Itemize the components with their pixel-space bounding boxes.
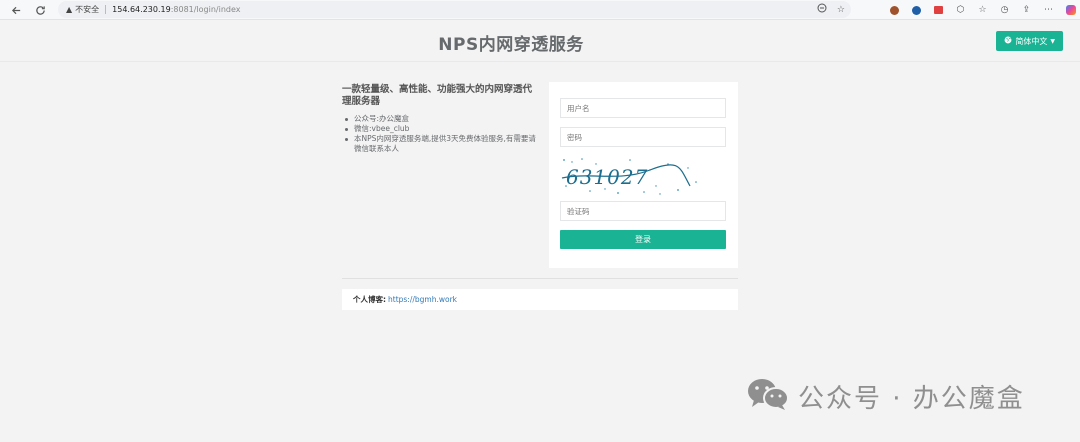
chevron-down-icon: ▼ bbox=[1050, 37, 1055, 45]
captcha-graphic: 631027 bbox=[561, 158, 697, 195]
password-input[interactable]: 密码 bbox=[560, 127, 726, 147]
captcha-input[interactable]: 验证码 bbox=[560, 201, 726, 221]
list-item: 公众号:办公魔盒 bbox=[345, 114, 540, 124]
language-label: 简体中文 bbox=[1015, 36, 1048, 46]
share-icon[interactable]: ⇪ bbox=[1021, 5, 1032, 16]
login-button-label: 登录 bbox=[635, 235, 651, 244]
reload-icon[interactable] bbox=[30, 0, 50, 20]
login-form: 用户名 密码 631027 验证码 登录 bbox=[549, 82, 738, 268]
login-button[interactable]: 登录 bbox=[560, 230, 726, 249]
red-extension-icon[interactable] bbox=[933, 5, 944, 16]
username-placeholder: 用户名 bbox=[567, 103, 590, 113]
blog-label: 个人博客: bbox=[353, 295, 386, 304]
address-divider bbox=[105, 5, 107, 14]
globe-icon bbox=[1004, 36, 1012, 46]
intro-list: 公众号:办公魔盒 微信:vbee_club 本NPS内网穿透服务端,提供3天免费… bbox=[342, 114, 540, 154]
language-button[interactable]: 简体中文 ▼ bbox=[996, 31, 1063, 51]
captcha-image[interactable]: 631027 bbox=[560, 156, 700, 196]
list-item: 本NPS内网穿透服务端,提供3天免费体验服务,有需要请微信联系本人 bbox=[345, 134, 540, 154]
address-bar[interactable]: ▲ 不安全 154.64.230.19:8081/login/index ☆ bbox=[58, 1, 851, 18]
watermark-text: 公众号 · 办公魔盒 bbox=[798, 383, 1025, 414]
cookie-extension-icon[interactable] bbox=[889, 5, 900, 16]
history-icon[interactable]: ◷ bbox=[999, 5, 1010, 16]
password-placeholder: 密码 bbox=[567, 132, 582, 142]
security-label: 不安全 bbox=[75, 5, 100, 14]
browser-toolbar: ▲ 不安全 154.64.230.19:8081/login/index ☆ ⬡… bbox=[0, 0, 1080, 20]
extensions-puzzle-icon[interactable]: ⬡ bbox=[955, 5, 966, 16]
page-header: NPS内网穿透服务 简体中文 ▼ bbox=[0, 20, 1080, 62]
section-divider bbox=[342, 278, 738, 279]
more-options-icon[interactable]: ⋯ bbox=[1043, 5, 1054, 16]
url-path: :8081/login/index bbox=[170, 5, 241, 14]
url-host: 154.64.230.19 bbox=[112, 5, 171, 14]
translate-icon[interactable] bbox=[817, 3, 827, 16]
list-item: 微信:vbee_club bbox=[345, 124, 540, 134]
captcha-text: 631027 bbox=[566, 165, 648, 189]
intro-heading: 一款轻量级、高性能、功能强大的内网穿透代理服务器 bbox=[342, 84, 533, 107]
blog-link[interactable]: https://bgmh.work bbox=[388, 295, 457, 304]
blog-bar: 个人博客: https://bgmh.work bbox=[342, 289, 738, 310]
blue-extension-icon[interactable] bbox=[911, 5, 922, 16]
star-icon[interactable]: ☆ bbox=[837, 5, 845, 15]
page-title: NPS内网穿透服务 bbox=[438, 35, 584, 55]
username-input[interactable]: 用户名 bbox=[560, 98, 726, 118]
back-icon[interactable] bbox=[6, 0, 26, 20]
watermark: 公众号 · 办公魔盒 bbox=[746, 376, 1025, 416]
captcha-placeholder: 验证码 bbox=[567, 206, 590, 216]
copilot-icon[interactable] bbox=[1065, 5, 1076, 16]
intro-section: 一款轻量级、高性能、功能强大的内网穿透代理服务器 公众号:办公魔盒 微信:vbe… bbox=[342, 84, 540, 154]
wechat-icon bbox=[746, 376, 790, 416]
favorites-icon[interactable]: ☆ bbox=[977, 5, 988, 16]
warning-icon: ▲ bbox=[66, 5, 73, 14]
